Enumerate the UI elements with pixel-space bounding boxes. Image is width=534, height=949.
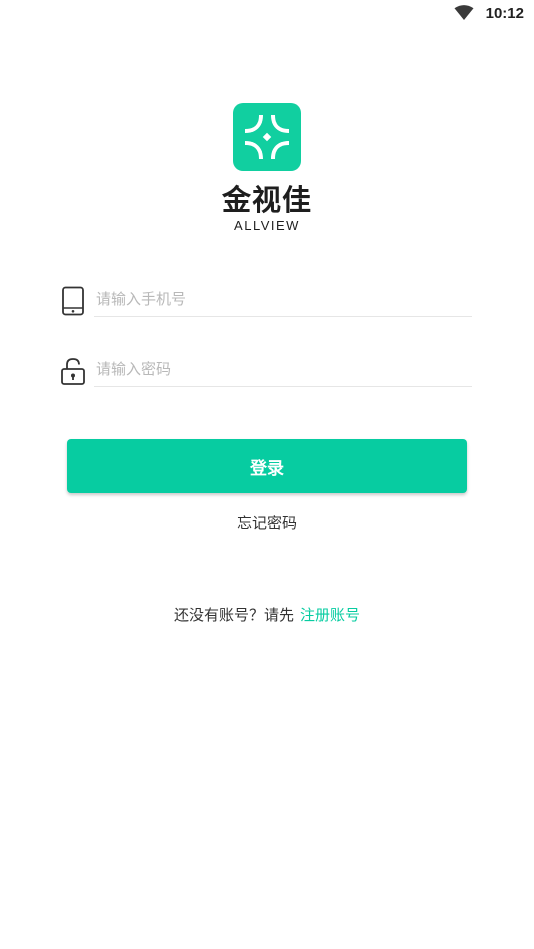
wifi-icon xyxy=(454,5,474,21)
phone-input[interactable] xyxy=(94,282,472,317)
app-logo-icon xyxy=(233,103,301,171)
brand-name: 金视佳 xyxy=(221,183,312,217)
password-input[interactable] xyxy=(94,352,472,387)
status-time: 10:12 xyxy=(485,5,524,22)
password-field-row xyxy=(60,352,474,392)
phone-field-row xyxy=(60,282,474,322)
login-button[interactable]: 登录 xyxy=(67,439,467,493)
status-bar: 10:12 xyxy=(0,0,534,28)
register-prompt: 还没有账号？请先 xyxy=(173,606,294,624)
register-link[interactable]: 注册账号 xyxy=(300,606,360,624)
lock-icon xyxy=(60,356,86,386)
forgot-password-link[interactable]: 忘记密码 xyxy=(237,514,297,532)
forgot-password-row: 忘记密码 xyxy=(0,514,534,532)
brand-subtitle: ALLVIEW xyxy=(234,218,300,233)
phone-icon xyxy=(60,286,86,316)
register-row: 还没有账号？请先 注册账号 xyxy=(0,606,534,624)
